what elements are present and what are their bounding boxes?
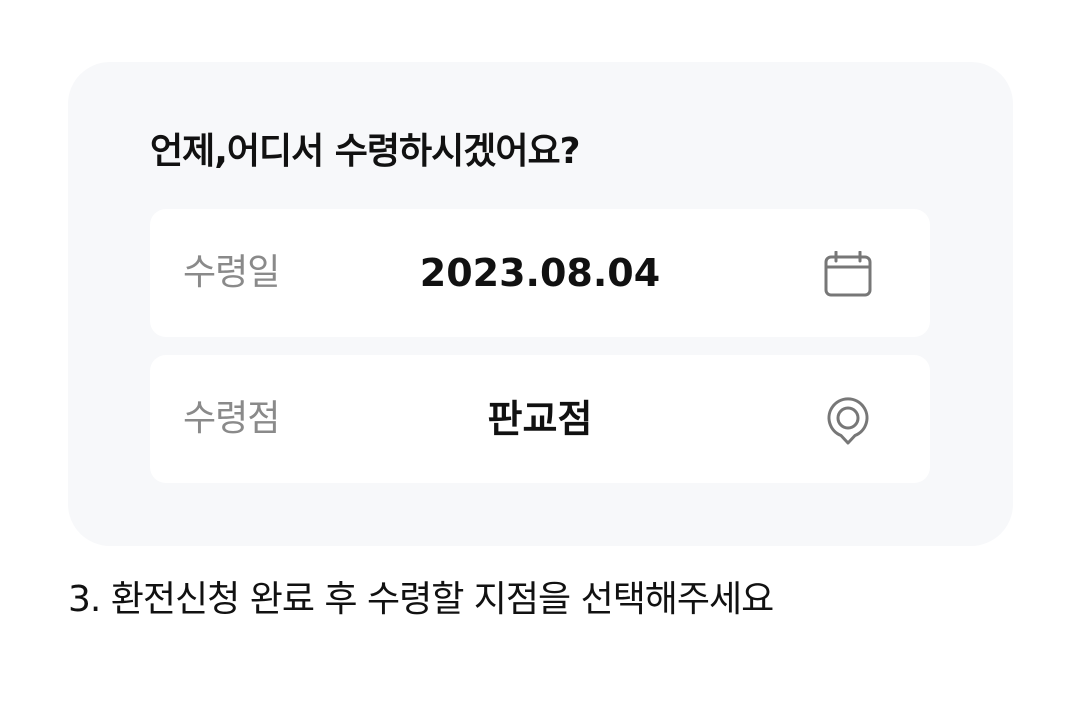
location-pin-icon[interactable] bbox=[820, 393, 876, 449]
instruction-caption: 3. 환전신청 완료 후 수령할 지점을 선택해주세요 bbox=[68, 579, 774, 620]
pickup-date-label: 수령일 bbox=[183, 252, 280, 293]
pickup-branch-value: 판교점 bbox=[487, 397, 593, 441]
calendar-icon[interactable] bbox=[820, 247, 876, 303]
pickup-date-value: 2023.08.04 bbox=[419, 251, 661, 295]
card-title: 언제,어디서 수령하시겠어요? bbox=[150, 131, 581, 172]
pickup-date-row[interactable]: 수령일 2023.08.04 bbox=[150, 209, 930, 337]
pickup-branch-row[interactable]: 수령점 판교점 bbox=[150, 355, 930, 483]
pickup-branch-label: 수령점 bbox=[183, 398, 280, 439]
pickup-card: 언제,어디서 수령하시겠어요? 수령일 2023.08.04 수령점 판교점 bbox=[68, 62, 1013, 546]
